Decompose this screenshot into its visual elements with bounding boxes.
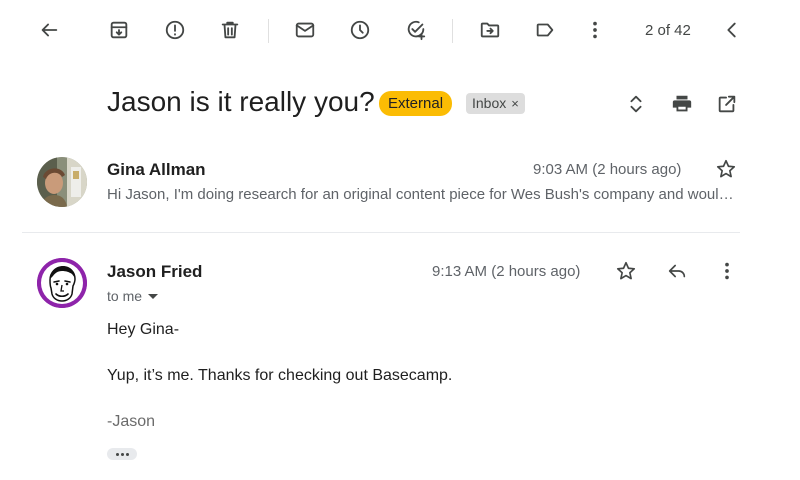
move-to-icon[interactable] xyxy=(474,14,506,46)
body-paragraph: Yup, it’s me. Thanks for checking out Ba… xyxy=(107,367,453,384)
back-arrow-icon[interactable] xyxy=(33,14,65,46)
remove-label-icon[interactable]: × xyxy=(511,93,519,114)
message-time: 9:03 AM (2 hours ago) xyxy=(533,161,682,178)
subject-row: Jason is it really you? External Inbox × xyxy=(0,80,800,128)
chevron-down-icon xyxy=(148,293,159,299)
more-vertical-icon[interactable] xyxy=(713,257,741,285)
more-vertical-icon[interactable] xyxy=(579,14,611,46)
toolbar: 2 of 42 xyxy=(0,0,800,62)
avatar xyxy=(37,258,87,308)
recipient-details[interactable]: to me xyxy=(107,288,159,304)
sender-name: Gina Allman xyxy=(107,160,206,179)
dot xyxy=(120,452,124,456)
add-task-icon[interactable] xyxy=(400,14,432,46)
print-icon[interactable] xyxy=(668,90,696,118)
report-spam-icon[interactable] xyxy=(159,14,191,46)
inbox-label[interactable]: Inbox × xyxy=(466,93,525,114)
dot xyxy=(115,452,119,456)
inbox-label-text: Inbox xyxy=(472,95,507,111)
body-signature: -Jason xyxy=(107,413,156,430)
avatar xyxy=(37,157,87,207)
star-icon[interactable] xyxy=(612,257,640,285)
open-new-window-icon[interactable] xyxy=(713,90,741,118)
reply-icon[interactable] xyxy=(663,257,691,285)
message-snippet: Hi Jason, I'm doing research for an orig… xyxy=(107,186,737,203)
snooze-icon[interactable] xyxy=(344,14,376,46)
dot xyxy=(125,452,129,456)
archive-icon[interactable] xyxy=(103,14,135,46)
star-icon[interactable] xyxy=(712,155,740,183)
toolbar-separator xyxy=(268,19,269,43)
recipient-text: to me xyxy=(107,288,143,304)
show-trimmed-content-button[interactable] xyxy=(107,448,137,460)
mark-unread-icon[interactable] xyxy=(289,14,321,46)
newer-chevron-left-icon[interactable] xyxy=(716,14,748,46)
message-divider xyxy=(22,232,740,233)
expand-all-icon[interactable] xyxy=(622,90,650,118)
toolbar-separator xyxy=(452,19,453,43)
page-count: 2 of 42 xyxy=(645,22,691,39)
label-icon[interactable] xyxy=(529,14,561,46)
body-greeting: Hey Gina- xyxy=(107,321,180,338)
message-time: 9:13 AM (2 hours ago) xyxy=(432,263,581,280)
thread-subject: Jason is it really you? xyxy=(107,86,375,117)
delete-icon[interactable] xyxy=(214,14,246,46)
sender-name: Jason Fried xyxy=(107,262,203,281)
external-label: External xyxy=(379,91,453,116)
